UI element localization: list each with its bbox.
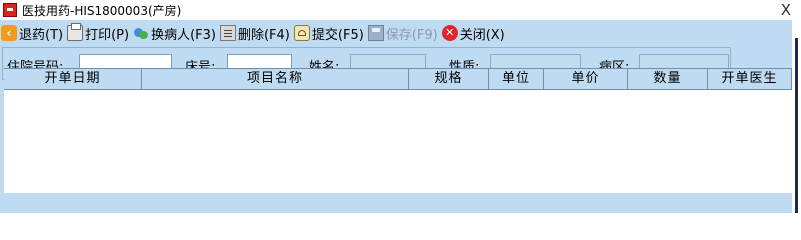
save-icon <box>367 25 384 41</box>
window-title: 医技用药-HIS1800003(产房) <box>22 3 182 18</box>
grid-header: 开单日期 项目名称 规格 单位 单价 数量 开单医生 <box>4 68 792 90</box>
column-header-quantity[interactable]: 数量 <box>628 69 708 89</box>
submit-label: 提交(F5) <box>311 27 364 43</box>
close-label: 关闭(X) <box>459 27 505 43</box>
swap-patient-icon <box>133 25 149 41</box>
edge-bar <box>795 38 798 213</box>
delete-icon <box>219 25 236 41</box>
app-icon <box>3 3 17 17</box>
title-bar: 医技用药-HIS1800003(产房) X <box>0 0 801 20</box>
change-patient-label: 换病人(F3) <box>151 27 216 43</box>
save-button[interactable]: 保存(F9) <box>367 22 441 44</box>
window-edge <box>792 20 801 213</box>
printer-icon <box>67 23 84 41</box>
column-header-doctor[interactable]: 开单医生 <box>708 69 792 89</box>
close-circle-icon: ✕ <box>441 25 458 41</box>
print-button[interactable]: 打印(P) <box>66 22 132 44</box>
delete-label: 删除(F4) <box>237 27 290 43</box>
column-header-item-name[interactable]: 项目名称 <box>142 69 409 89</box>
column-header-price[interactable]: 单价 <box>544 69 628 89</box>
toolbar: ‹ 退药(T) 打印(P) 换病人(F3) 删除(F4) 提交(F5) 保存(F… <box>0 22 508 44</box>
back-icon: ‹ <box>1 25 17 41</box>
delete-button[interactable]: 删除(F4) <box>219 22 293 44</box>
return-drug-label: 退药(T) <box>19 27 64 43</box>
save-label: 保存(F9) <box>385 27 438 43</box>
column-header-spec[interactable]: 规格 <box>409 69 489 89</box>
change-patient-button[interactable]: 换病人(F3) <box>132 22 219 44</box>
submit-icon <box>293 25 310 41</box>
window-close-button[interactable]: X <box>781 0 791 20</box>
print-label: 打印(P) <box>85 27 130 43</box>
column-header-unit[interactable]: 单位 <box>489 69 544 89</box>
return-drug-button[interactable]: ‹ 退药(T) <box>0 22 66 44</box>
submit-button[interactable]: 提交(F5) <box>293 22 367 44</box>
column-header-order-date[interactable]: 开单日期 <box>4 69 142 89</box>
grid-body[interactable] <box>4 90 792 193</box>
close-button[interactable]: ✕ 关闭(X) <box>441 22 508 44</box>
